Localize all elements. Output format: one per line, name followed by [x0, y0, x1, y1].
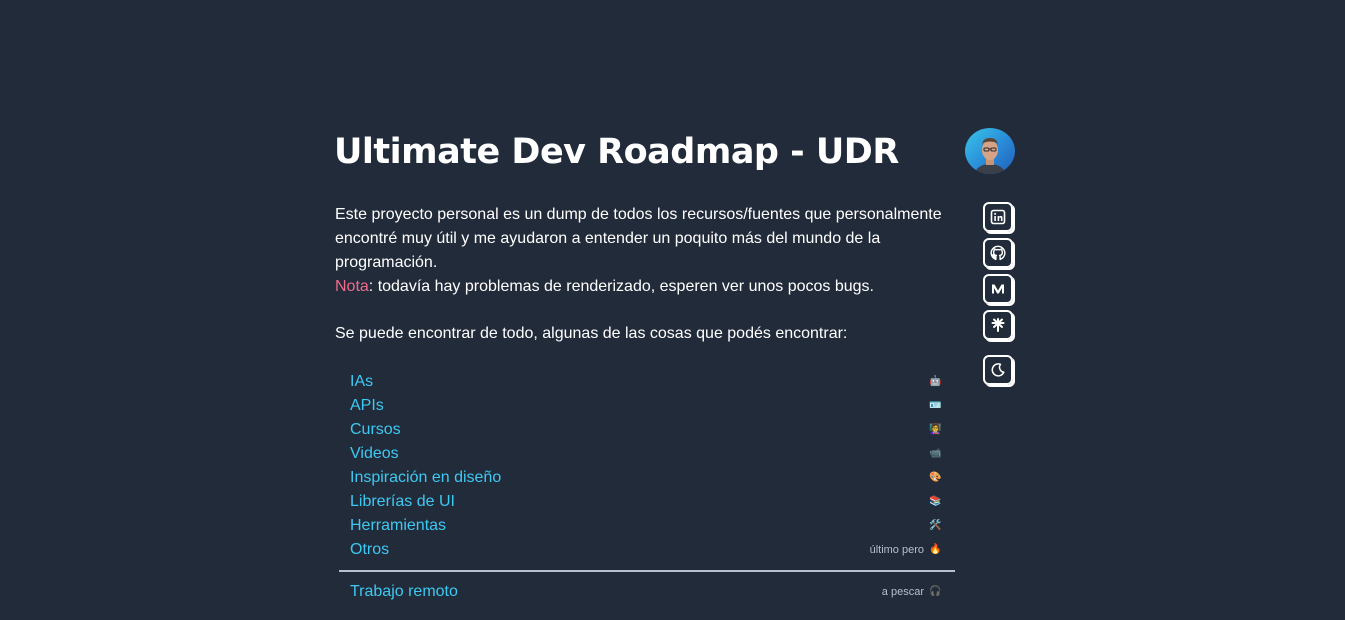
page-title: Ultimate Dev Roadmap - UDR [334, 132, 899, 172]
divider [339, 570, 955, 572]
list-item-otros: Otros último pero 🔥 [339, 538, 955, 562]
teacher-icon: 👩‍🏫 [929, 424, 942, 435]
list-item-herramientas: Herramientas 🛠️ [339, 514, 955, 538]
page: Ultimate Dev Roadmap - UDR Este proyecto… [0, 0, 1345, 620]
avatar[interactable] [965, 128, 1015, 174]
fire-icon: 🔥 [929, 544, 942, 555]
link-videos[interactable]: Videos [350, 445, 399, 463]
list-item-videos: Videos 📹 [339, 442, 955, 466]
link-inspiracion[interactable]: Inspiración en diseño [350, 469, 501, 487]
github-icon [990, 245, 1006, 261]
intro-subheading: Se puede encontrar de todo, algunas de l… [335, 325, 848, 342]
note-label: Nota [335, 278, 369, 295]
list-item-inspiracion: Inspiración en diseño 🎨 [339, 466, 955, 490]
github-button[interactable] [983, 238, 1013, 268]
link-trabajo-remoto[interactable]: Trabajo remoto [350, 583, 458, 601]
palette-icon: 🎨 [929, 472, 942, 483]
theme-toggle-button[interactable] [983, 355, 1013, 385]
list-item-trabajo-remoto: Trabajo remoto a pescar 🎧 [339, 580, 955, 604]
linkedin-button[interactable] [983, 202, 1013, 232]
linkedin-icon [990, 209, 1006, 225]
medium-button[interactable] [983, 274, 1013, 304]
linktree-button[interactable] [983, 310, 1013, 340]
books-icon: 📚 [929, 496, 942, 507]
link-cursos[interactable]: Cursos [350, 421, 401, 439]
intro-text: Este proyecto personal es un dump de tod… [335, 203, 955, 299]
linktree-icon [991, 318, 1005, 332]
list-item-cursos: Cursos 👩‍🏫 [339, 418, 955, 442]
robot-icon: 🤖 [929, 376, 942, 387]
link-librerias[interactable]: Librerías de UI [350, 493, 455, 511]
intro-note: Nota: todavía hay problemas de renderiza… [335, 275, 955, 299]
list-item-librerias: Librerías de UI 📚 [339, 490, 955, 514]
category-list: IAs 🤖 APIs 🪪 Cursos 👩‍🏫 Videos 📹 Inspira… [339, 370, 955, 562]
note-text: : todavía hay problemas de renderizado, … [368, 278, 874, 295]
remote-note: a pescar [881, 586, 924, 598]
link-otros[interactable]: Otros [350, 541, 389, 559]
moon-icon [991, 363, 1005, 377]
avatar-portrait [975, 138, 1005, 174]
tools-icon: 🛠️ [929, 520, 942, 531]
otros-note: último pero [869, 544, 924, 556]
video-camera-icon: 📹 [929, 448, 942, 459]
headphones-icon: 🎧 [929, 586, 942, 597]
link-herramientas[interactable]: Herramientas [350, 517, 446, 535]
intro-paragraph: Este proyecto personal es un dump de tod… [335, 206, 942, 271]
link-apis[interactable]: APIs [350, 397, 384, 415]
list-item-ias: IAs 🤖 [339, 370, 955, 394]
id-card-icon: 🪪 [929, 400, 942, 411]
list-item-apis: APIs 🪪 [339, 394, 955, 418]
remote-section: Trabajo remoto a pescar 🎧 [339, 580, 955, 604]
link-ias[interactable]: IAs [350, 373, 373, 391]
medium-icon [992, 284, 1004, 294]
